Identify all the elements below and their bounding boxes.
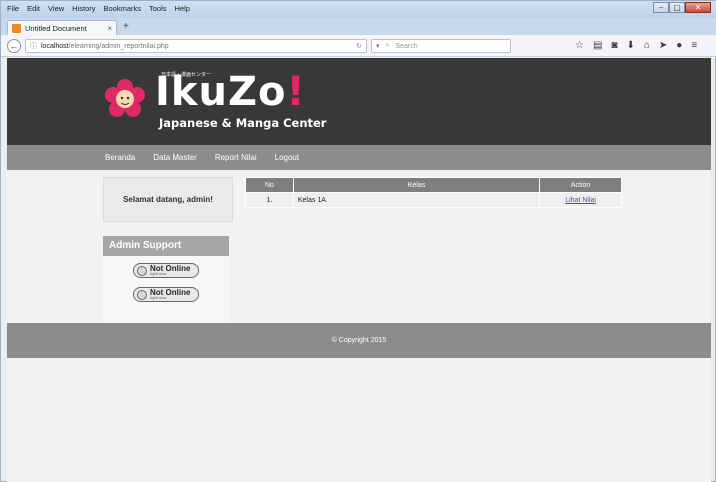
report-table: No Kelas Action 1. Kelas 1A Lihat Nilai (245, 177, 622, 208)
cell-kelas: Kelas 1A (292, 192, 541, 208)
cell-no: 1. (245, 192, 294, 208)
search-engine-icon[interactable]: ▾ (376, 42, 380, 50)
site-header: IkuZo! 日本語・漫画センター Japanese & Manga Cente… (7, 58, 711, 145)
nav-item-report-nilai[interactable]: Report Nilai (215, 153, 257, 162)
column-header-kelas: Kelas (292, 177, 541, 193)
support-status-1[interactable]: Not Online right now (133, 263, 199, 278)
site-footer: © Copyright 2015 (7, 323, 711, 358)
url-path: /elearning/admin_reportnilai.php (68, 42, 169, 50)
lihat-nilai-link[interactable]: Lihat Nilai (565, 197, 596, 204)
url-host: localhost (41, 42, 69, 50)
browser-window: File Edit View History Bookmarks Tools H… (0, 0, 716, 482)
menu-help[interactable]: Help (175, 4, 190, 13)
menu-tools[interactable]: Tools (149, 4, 167, 13)
close-window-button[interactable]: ✕ (685, 2, 711, 13)
nav-item-beranda[interactable]: Beranda (105, 153, 135, 162)
minimize-button[interactable]: – (653, 2, 669, 13)
download-icon[interactable]: ⬇ (626, 40, 634, 51)
pocket-icon[interactable]: ◙ (611, 40, 617, 51)
column-header-action: Action (539, 177, 622, 193)
navigation-toolbar: ← ⓘ localhost/elearning/admin_reportnila… (1, 35, 716, 57)
favicon-icon (12, 23, 21, 33)
status-text: Not Online right now (150, 265, 190, 276)
menu-history[interactable]: History (72, 4, 95, 13)
tab-active[interactable]: Untitled Document × (7, 20, 117, 35)
tab-close-icon[interactable]: × (107, 24, 112, 33)
nav-item-logout[interactable]: Logout (275, 153, 299, 162)
chat-status-icon (137, 289, 147, 300)
reload-icon[interactable]: ↻ (356, 42, 362, 50)
reading-list-icon[interactable]: ▤ (593, 40, 602, 51)
web-page: IkuZo! 日本語・漫画センター Japanese & Manga Cente… (7, 58, 711, 482)
menu-icon[interactable]: ≡ (691, 40, 697, 51)
extension-icon[interactable]: ● (676, 40, 682, 51)
welcome-message: Selamat datang, admin! (103, 177, 233, 222)
cell-action: Lihat Nilai (539, 192, 622, 208)
bookmark-star-icon[interactable]: ☆ (575, 40, 584, 51)
url-bar[interactable]: ⓘ localhost/elearning/admin_reportnilai.… (25, 39, 367, 53)
home-icon[interactable]: ⌂ (644, 40, 650, 51)
menu-view[interactable]: View (48, 4, 64, 13)
toolbar-icons: ☆ ▤ ◙ ⬇ ⌂ ➤ ● ≡ (575, 40, 697, 51)
support-status-2[interactable]: Not Online right now (133, 287, 199, 302)
menu-bar: File Edit View History Bookmarks Tools H… (1, 1, 716, 18)
logo-title: IkuZo! (155, 72, 306, 112)
menu-bookmarks[interactable]: Bookmarks (104, 4, 142, 13)
search-icon: ⌕ (385, 42, 390, 49)
maximize-button[interactable]: ▢ (669, 2, 685, 13)
menu-edit[interactable]: Edit (27, 4, 40, 13)
nav-item-data-master[interactable]: Data Master (153, 153, 197, 162)
admin-support-panel: Not Online right now Not Online right no… (103, 256, 229, 323)
main-nav: Beranda Data Master Report Nilai Logout (7, 145, 711, 170)
menu-list: File Edit View History Bookmarks Tools H… (7, 4, 190, 13)
logo-japanese-text: 日本語・漫画センター (161, 72, 212, 78)
logo-subtitle: Japanese & Manga Center (159, 116, 327, 130)
admin-support-title: Admin Support (103, 236, 229, 256)
url-text: localhost/elearning/admin_reportnilai.ph… (41, 43, 169, 50)
logo-exclamation: ! (286, 69, 306, 115)
menu-file[interactable]: File (7, 4, 19, 13)
status-text: Not Online right now (150, 289, 190, 300)
tab-strip: Untitled Document × + (1, 18, 716, 35)
back-arrow-icon[interactable]: ← (7, 39, 21, 53)
window-controls: – ▢ ✕ (653, 2, 711, 13)
table-header-row: No Kelas Action (245, 177, 622, 193)
search-placeholder: Search (395, 42, 418, 50)
send-icon[interactable]: ➤ (659, 40, 667, 51)
search-bar[interactable]: ▾ ⌕ Search (371, 39, 511, 53)
nav-links: Beranda Data Master Report Nilai Logout (105, 153, 299, 162)
column-header-no: No (245, 177, 294, 193)
new-tab-button[interactable]: + (123, 21, 129, 32)
flower-logo-icon (105, 79, 145, 117)
sidebar: Selamat datang, admin! Admin Support Not… (103, 177, 233, 323)
tab-title: Untitled Document (25, 23, 87, 33)
site-info-icon[interactable]: ⓘ (30, 41, 37, 51)
table-row: 1. Kelas 1A Lihat Nilai (245, 192, 622, 208)
chat-status-icon (137, 265, 147, 276)
